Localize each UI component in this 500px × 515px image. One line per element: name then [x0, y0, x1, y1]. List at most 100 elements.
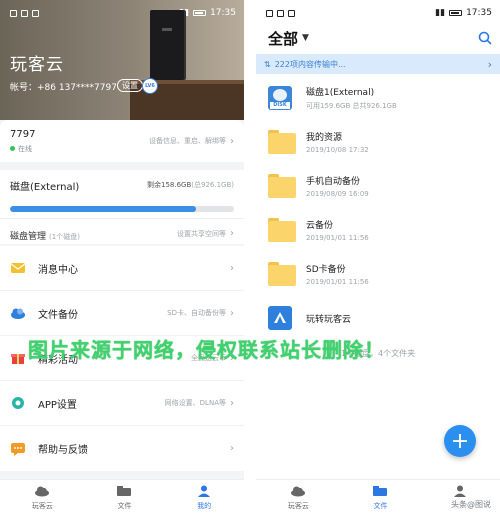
- credit-text: 头条@图说: [448, 498, 494, 511]
- menu-item-label: 消息中心: [38, 264, 78, 276]
- folder-icon: [268, 218, 296, 242]
- app-icon: [268, 306, 296, 330]
- tab-label: 文件: [117, 501, 132, 510]
- gear-icon: [10, 395, 26, 411]
- app-title: 玩客云: [10, 55, 64, 75]
- watermark-text: 图片来源于网络，侵权联系站长删除！: [28, 338, 385, 362]
- notification-icon: [277, 9, 284, 17]
- chevron-right-icon: ›: [230, 307, 234, 319]
- disk-total: (总926.1GB): [191, 181, 234, 189]
- file-list-item[interactable]: 云备份 2019/01/01 11:56: [256, 208, 500, 252]
- cloud-tab-icon: [34, 485, 50, 499]
- menu-item-label: 帮助与反馈: [38, 445, 88, 456]
- chevron-right-icon: ›: [230, 262, 234, 274]
- menu-item-hint: SD卡、自动备份等: [167, 309, 226, 317]
- signal-icon: ▮▮: [435, 8, 446, 18]
- settings-tag[interactable]: 设置: [117, 79, 143, 92]
- disk-icon: DISK: [268, 86, 296, 110]
- file-name: 手机自动备份: [306, 177, 361, 187]
- level-badge: LV6: [142, 78, 158, 94]
- menu-item-label: APP设置: [38, 399, 77, 411]
- tab-item[interactable]: 玩客云: [32, 485, 53, 511]
- notification-icon: [21, 9, 28, 17]
- menu-item-label: 文件备份: [38, 309, 78, 321]
- tab-item[interactable]: 文件: [372, 485, 388, 511]
- tab-item[interactable]: 我的: [196, 485, 212, 511]
- disk-usage-bar: [10, 206, 234, 212]
- device-card[interactable]: 7797 在线 设备信息、重启、解绑等 ›: [0, 120, 244, 162]
- cloud-tab-icon: [290, 485, 306, 499]
- status-bar: ▮▮ 17:35: [0, 0, 244, 26]
- gift-icon: [10, 350, 26, 366]
- file-meta: 2019/10/08 17:32: [306, 146, 369, 154]
- status-bar: ▮▮ 17:35: [256, 0, 500, 26]
- profile-hero: ▮▮ 17:35 玩客云 帐号：+86 137****7797 设置 LV6: [0, 0, 244, 120]
- disk-management-label: 磁盘管理: [10, 232, 47, 242]
- file-name: 磁盘1(External): [306, 88, 375, 98]
- folder-icon: [268, 262, 296, 286]
- device-hint: 设备信息、重启、解绑等: [149, 137, 226, 145]
- file-meta: 2019/01/01 11:56: [306, 234, 369, 242]
- cloud-icon: [10, 305, 26, 321]
- folder-icon: [268, 174, 296, 198]
- files-header: 全部 ▼: [256, 26, 500, 50]
- menu-item-hint: 网络设置、DLNA等: [164, 399, 226, 407]
- menu-item[interactable]: 帮助与反馈 ›: [0, 426, 244, 471]
- battery-icon: [193, 10, 207, 16]
- right-screen: ▮▮ 17:35 全部 ▼ ⇅ 222项内容传输中... › DISK 磁盘1(E…: [256, 0, 500, 515]
- add-fab-button[interactable]: +: [444, 425, 476, 457]
- menu-item[interactable]: 文件备份 SD卡、自动备份等 ›: [0, 291, 244, 336]
- tab-label: 文件: [373, 501, 388, 510]
- file-list-item[interactable]: DISK 磁盘1(External) 可用159.6GB 总共926.1GB: [256, 76, 500, 120]
- disk-management-hint: 设置共享空间等: [177, 229, 226, 238]
- transfer-icon: ⇅: [264, 59, 271, 69]
- file-meta: 2019/08/09 16:09: [306, 190, 369, 198]
- left-screen: ▮▮ 17:35 玩客云 帐号：+86 137****7797 设置 LV6 7…: [0, 0, 244, 515]
- disk-count: (1个磁盘): [49, 233, 80, 241]
- folder-tab-icon: [116, 485, 132, 499]
- file-list: DISK 磁盘1(External) 可用159.6GB 总共926.1GB 我的资源…: [256, 76, 500, 340]
- device-status-text: 在线: [18, 144, 32, 153]
- menu-item[interactable]: 消息中心 ›: [0, 246, 244, 291]
- folder-filter-title[interactable]: 全部: [268, 28, 298, 49]
- device-image: [150, 10, 184, 80]
- disk-card: 磁盘(External) 剩余158.6GB(总926.1GB) 磁盘管理 (1个…: [0, 170, 244, 244]
- online-dot-icon: [10, 146, 15, 151]
- mail-icon: [10, 260, 26, 276]
- disk-remaining-value: 剩余158.6GB: [146, 181, 192, 189]
- battery-icon: [449, 10, 463, 16]
- tab-label: 玩客云: [31, 501, 53, 510]
- search-icon[interactable]: [478, 31, 492, 45]
- folder-icon: [268, 130, 296, 154]
- device-name: 7797: [10, 128, 36, 140]
- file-name: SD卡备份: [306, 265, 346, 275]
- chat-icon: [10, 441, 26, 457]
- chevron-right-icon: ›: [230, 135, 234, 147]
- status-icons-left: [10, 9, 39, 17]
- tab-item[interactable]: 玩客云: [288, 485, 309, 511]
- file-list-item[interactable]: 我的资源 2019/10/08 17:32: [256, 120, 500, 164]
- file-name: 我的资源: [306, 133, 343, 143]
- notification-icon: [32, 9, 39, 17]
- chevron-right-icon: ›: [230, 443, 234, 454]
- person-tab-icon: [452, 485, 468, 499]
- menu-item[interactable]: APP设置 网络设置、DLNA等 ›: [0, 381, 244, 426]
- transfer-text: 222项内容传输中...: [274, 59, 346, 69]
- status-time: 17:35: [210, 8, 236, 18]
- file-list-item[interactable]: SD卡备份 2019/01/01 11:56: [256, 252, 500, 296]
- status-icons-left: [266, 9, 295, 17]
- chevron-down-icon[interactable]: ▼: [302, 33, 309, 43]
- status-icons-right: ▮▮ 17:35: [435, 8, 492, 18]
- disk-remaining: 剩余158.6GB(总926.1GB): [147, 180, 234, 190]
- tab-item[interactable]: 文件: [116, 485, 132, 511]
- transfer-banner[interactable]: ⇅ 222项内容传输中... ›: [256, 54, 500, 74]
- chevron-right-icon: ›: [230, 397, 234, 409]
- disk-management-row[interactable]: 磁盘管理 (1个磁盘) 设置共享空间等 ›: [0, 218, 244, 248]
- file-meta: 2019/01/01 11:56: [306, 278, 369, 286]
- folder-tab-icon: [372, 485, 388, 499]
- file-name: 玩转玩客云: [306, 314, 352, 325]
- notification-icon: [266, 9, 273, 17]
- notification-icon: [288, 9, 295, 17]
- file-list-item[interactable]: 手机自动备份 2019/08/09 16:09: [256, 164, 500, 208]
- notification-icon: [10, 9, 17, 17]
